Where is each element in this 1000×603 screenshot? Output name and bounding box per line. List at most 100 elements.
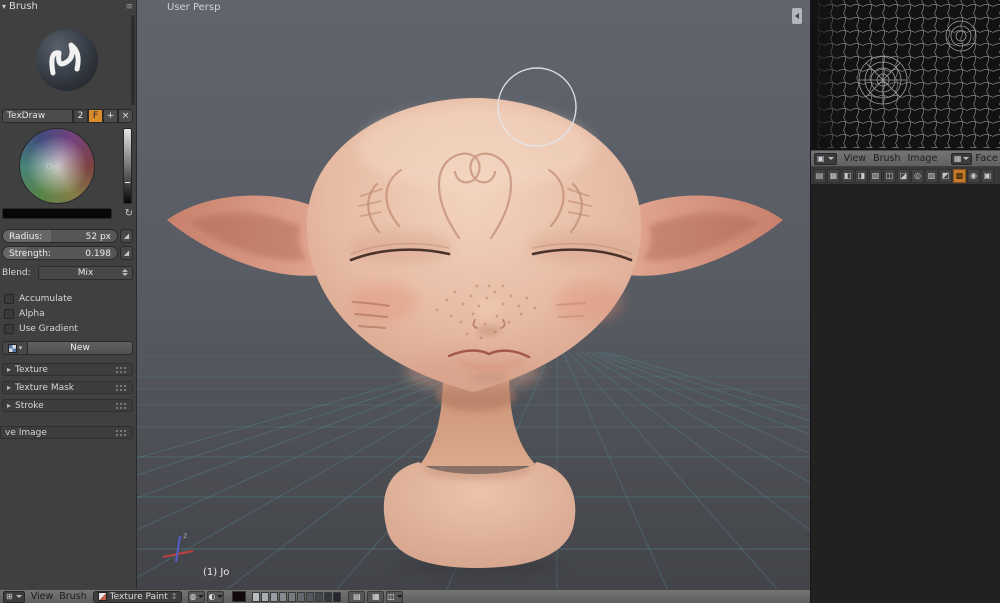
brush-panel-header[interactable]: ▾ Brush ≡ — [2, 0, 133, 13]
uv-grid-icon[interactable]: ▦ — [827, 168, 840, 183]
shade-icon[interactable]: ▧ — [869, 168, 882, 183]
palette-swatch[interactable] — [324, 591, 333, 602]
brush-preview[interactable] — [2, 13, 132, 107]
3d-viewport[interactable]: z User Persp (1) Jo — [137, 0, 810, 589]
region-expand-handle[interactable] — [792, 8, 802, 24]
uv-canvas[interactable] — [811, 0, 1000, 150]
use-gradient-checkbox[interactable] — [4, 323, 14, 334]
accumulate-option[interactable]: Accumulate — [4, 292, 133, 305]
use-gradient-option[interactable]: Use Gradient — [4, 322, 133, 335]
active-color-swatch[interactable] — [2, 208, 112, 219]
brush-users-count[interactable]: 2 — [73, 109, 88, 123]
symmetry-icon[interactable]: ▤ — [348, 590, 366, 603]
radius-value: 52 px — [85, 232, 111, 242]
tool-shelf: ▾ Brush ≡ TexDraw 2 F + × ↻ Radius: 52 p… — [0, 0, 137, 589]
texture-thumbnail-icon — [7, 343, 17, 353]
accumulate-checkbox[interactable] — [4, 293, 14, 304]
value-slider[interactable] — [123, 128, 132, 204]
brush-name-field[interactable]: TexDraw — [2, 109, 73, 123]
palette-swatch[interactable] — [270, 591, 279, 602]
stroke-section-header[interactable]: ▸ Stroke — [2, 399, 133, 412]
color-picker — [2, 126, 135, 206]
radius-label: Radius: — [9, 232, 43, 242]
menu-view[interactable]: View — [31, 591, 54, 602]
editor-type-button[interactable]: ▣ — [814, 152, 837, 165]
axis-gizmo: z — [162, 531, 194, 563]
image-icon[interactable]: ▤ — [813, 168, 826, 183]
editor-type-button[interactable]: ⊞ — [3, 590, 25, 603]
viewport-header: ⊞ View Brush Texture Paint ↕ ◍ ◐ ▤ ▦ ◫ — [0, 589, 810, 603]
texture-mask-section-header[interactable]: ▸ Texture Mask — [2, 381, 133, 394]
drag-grip-icon[interactable] — [115, 401, 128, 410]
paint-slot-icon[interactable]: ◧ — [841, 168, 854, 183]
dot-icon[interactable]: ◉ — [967, 168, 980, 183]
value-slider-handle[interactable] — [124, 180, 131, 184]
blend-dropdown[interactable]: Mix — [38, 266, 133, 280]
expand-icon: ▾ — [2, 2, 7, 11]
strength-value: 0.198 — [85, 249, 111, 259]
blend-label: Blend: — [2, 268, 31, 278]
palette-swatch[interactable] — [288, 591, 297, 602]
texture-mask-section-label: Texture Mask — [15, 382, 75, 393]
brush-preview-icon[interactable]: ◍ — [188, 590, 206, 603]
radius-slider[interactable]: Radius: 52 px — [2, 229, 118, 243]
paint-color-swatch[interactable] — [232, 591, 247, 602]
alpha-checkbox[interactable] — [4, 308, 14, 319]
palette-swatch[interactable] — [333, 591, 342, 602]
texture-browse-button[interactable]: ▾ — [2, 341, 28, 355]
add-brush-button[interactable]: + — [103, 109, 118, 123]
collapse-icon: ▸ — [7, 401, 12, 410]
palette-swatch[interactable] — [279, 591, 288, 602]
strength-pressure-toggle[interactable]: ◢ — [120, 246, 133, 260]
palette-swatch[interactable] — [315, 591, 324, 602]
color-wheel[interactable] — [19, 128, 95, 204]
drag-grip-icon[interactable] — [115, 428, 128, 437]
updown-arrows-icon — [122, 269, 128, 276]
clone-icon[interactable]: ◪ — [897, 168, 910, 183]
strength-slider[interactable]: Strength: 0.198 — [2, 246, 118, 260]
palette-swatch[interactable] — [261, 591, 270, 602]
blender-window: z User Persp (1) Jo ▾ Brush ≡ TexDraw 2 … — [0, 0, 1000, 603]
panel-menu-icon[interactable]: ≡ — [125, 2, 133, 12]
unlink-brush-button[interactable]: × — [118, 109, 133, 123]
panel-scrollbar[interactable] — [131, 15, 135, 105]
image-editor-header: ▣ View Brush Image ▦ Face — [811, 150, 1000, 167]
radius-pressure-toggle[interactable]: ◢ — [120, 229, 133, 243]
brush-datablock: TexDraw 2 F + × — [2, 109, 133, 123]
color-cycle-icon[interactable]: ↻ — [125, 208, 133, 219]
ie-menu-image[interactable]: Image — [908, 153, 938, 164]
soften-icon[interactable]: ◎ — [911, 168, 924, 183]
accumulate-label: Accumulate — [19, 293, 73, 304]
drag-grip-icon[interactable] — [115, 365, 128, 374]
options-icon[interactable]: ◫ — [386, 590, 404, 603]
mode-dropdown[interactable]: Texture Paint ↕ — [92, 590, 183, 603]
falloff-icon[interactable]: ◐ — [207, 590, 225, 603]
color-wheel-cursor[interactable] — [46, 163, 52, 169]
view-name-label: User Persp — [167, 2, 221, 13]
chevron-down-icon — [963, 157, 970, 160]
fake-user-button[interactable]: F — [88, 109, 103, 123]
brush-stroke-icon — [49, 42, 81, 76]
ie-menu-brush[interactable]: Brush — [873, 153, 900, 164]
palette-swatch[interactable] — [306, 591, 315, 602]
alpha-option[interactable]: Alpha — [4, 307, 133, 320]
pin-icon[interactable]: ▣ — [981, 168, 994, 183]
display-mode-button[interactable]: ▦ — [950, 152, 973, 165]
smear-icon[interactable]: ▨ — [925, 168, 938, 183]
chevron-down-icon — [15, 595, 22, 598]
mask-icon[interactable]: ◨ — [855, 168, 868, 183]
mirror-icon[interactable]: ◫ — [883, 168, 896, 183]
texture-section-header[interactable]: ▸ Texture — [2, 363, 133, 376]
collapse-icon: ▸ — [7, 365, 12, 374]
face-mode-label[interactable]: Face — [975, 153, 998, 164]
drag-grip-icon[interactable] — [115, 383, 128, 392]
new-texture-button[interactable]: New — [28, 341, 133, 355]
palette-swatch[interactable] — [297, 591, 306, 602]
ie-menu-view[interactable]: View — [844, 153, 867, 164]
save-image-section-header[interactable]: ve Image — [0, 426, 133, 439]
grid-icon[interactable]: ▦ — [367, 590, 385, 603]
menu-brush[interactable]: Brush — [59, 591, 86, 602]
stencil-icon[interactable]: ◩ — [939, 168, 952, 183]
fill-icon[interactable]: ▩ — [953, 168, 966, 183]
palette-swatch[interactable] — [252, 591, 261, 602]
